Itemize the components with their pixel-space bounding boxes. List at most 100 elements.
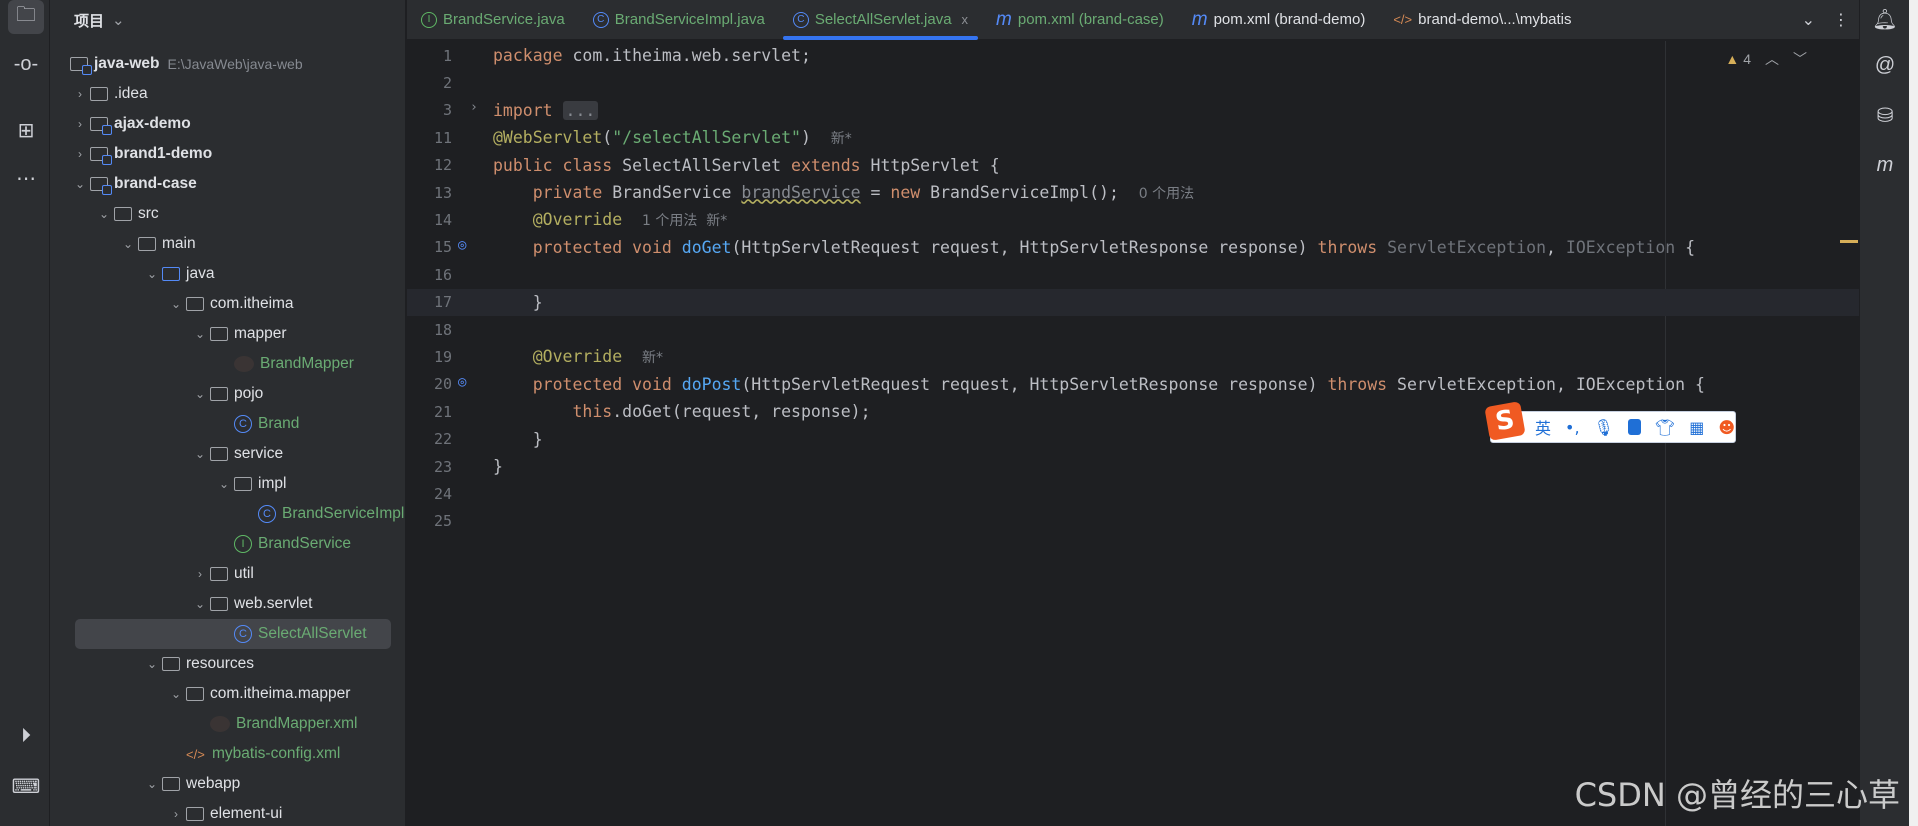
tab-pom-xml-brand-case-[interactable]: m pom.xml (brand-case)	[982, 0, 1178, 40]
project-folder-icon[interactable]: 🗀	[8, 0, 44, 34]
ai-assistant-swirl-icon[interactable]: @	[1872, 52, 1898, 78]
tab-pom-xml-brand-demo-[interactable]: m pom.xml (brand-demo)	[1178, 0, 1380, 40]
tree-item[interactable]: ⌄ com.itheima	[50, 289, 294, 319]
tree-item[interactable]: ⌄ src	[50, 199, 159, 229]
code-line[interactable]: 18	[407, 316, 1859, 343]
tabs-menu-icon[interactable]: ⋮	[1833, 10, 1849, 30]
code-line[interactable]: 16	[407, 261, 1859, 288]
tree-item[interactable]: C BrandServiceImpl	[50, 499, 404, 529]
tree-item[interactable]: BrandMapper.xml	[50, 709, 357, 739]
chevron-right-icon[interactable]: ›	[70, 147, 90, 161]
chevron-down-icon[interactable]: ⌄	[190, 327, 210, 341]
code-text: package com.itheima.web.servlet;	[493, 46, 811, 65]
chevron-down-icon[interactable]: ⌄	[214, 477, 234, 491]
maven-icon[interactable]: m	[1872, 152, 1898, 178]
code-token: @Override	[532, 346, 623, 366]
close-tab-icon[interactable]: x	[962, 12, 969, 27]
chevron-down-icon[interactable]: ⌄	[94, 207, 114, 221]
chevron-down-icon[interactable]: ⌄	[190, 387, 210, 401]
chevron-down-icon[interactable]: ⌄	[142, 267, 162, 281]
tree-item[interactable]: ⌄ com.itheima.mapper	[50, 679, 350, 709]
chevron-down-icon[interactable]: ⌄	[166, 687, 186, 701]
fold-chevron-icon[interactable]: ›	[470, 100, 478, 115]
tree-item[interactable]: › element-ui	[50, 799, 282, 826]
code-line[interactable]: 19 @Override 新*	[407, 343, 1859, 370]
tree-item[interactable]: BrandMapper	[50, 349, 354, 379]
tree-item[interactable]: › ajax-demo	[50, 109, 191, 139]
more-icon[interactable]: ⋯	[12, 164, 40, 192]
tree-item[interactable]: › util	[50, 559, 254, 589]
database-icon[interactable]: ⛁	[1872, 102, 1898, 128]
code-line[interactable]: 23}	[407, 453, 1859, 480]
tree-item[interactable]: java-web E:\JavaWeb\java-web	[50, 49, 303, 79]
code-line[interactable]: 15 ◎ protected void doGet(HttpServletRequ…	[407, 234, 1859, 261]
chevron-down-icon[interactable]: ⌄	[112, 11, 125, 29]
override-method-icon[interactable]: ◎	[458, 374, 466, 390]
tabs-dropdown-icon[interactable]: ⌄	[1802, 10, 1815, 30]
tree-item[interactable]: ⌄ brand-case	[50, 169, 197, 199]
tree-item[interactable]: ⌄ web.servlet	[50, 589, 312, 619]
microphone-icon[interactable]: 🎙︎	[1594, 418, 1614, 437]
ime-punctuation-toggle[interactable]: •,	[1565, 418, 1580, 437]
chevron-down-icon[interactable]: ⌄	[190, 447, 210, 461]
tree-item[interactable]: C Brand	[50, 409, 299, 439]
chevron-down-icon[interactable]: ⌄	[118, 237, 138, 251]
chevron-right-icon[interactable]: ›	[70, 117, 90, 131]
mascot-icon[interactable]: ☻	[1718, 418, 1735, 437]
chevron-right-icon[interactable]: ›	[70, 87, 90, 101]
chevron-right-icon[interactable]: ›	[190, 567, 210, 581]
project-panel-header[interactable]: 项目 ⌄	[50, 0, 405, 40]
tree-item[interactable]: ⌄ service	[50, 439, 283, 469]
toolbox-grid-icon[interactable]: ▦	[1689, 418, 1704, 437]
code-line[interactable]: 20 ◎ protected void doPost(HttpServletReq…	[407, 371, 1859, 398]
inspection-widget[interactable]: ▲ 4 ︿ ﹀	[1725, 49, 1807, 69]
tree-item[interactable]: ⌄ mapper	[50, 319, 287, 349]
tree-item[interactable]: ⌄ main	[50, 229, 196, 259]
warning-stripe-marker[interactable]	[1840, 240, 1858, 243]
override-method-icon[interactable]: ◎	[458, 237, 466, 253]
notifications-bell-icon[interactable]: 🔔︎	[1872, 6, 1898, 32]
tree-item[interactable]: </> mybatis-config.xml	[50, 739, 340, 769]
skin-shirt-icon[interactable]: 👕︎	[1655, 418, 1675, 437]
tree-item[interactable]: ⌄ java	[50, 259, 214, 289]
tree-item[interactable]: ⌄ pojo	[50, 379, 263, 409]
next-highlight-icon[interactable]: ﹀	[1793, 49, 1807, 69]
keyboard-icon[interactable]	[1627, 419, 1641, 435]
code-line[interactable]: 14 @Override 1 个用法 新*	[407, 206, 1859, 233]
code-line[interactable]: 2	[407, 69, 1859, 96]
commit-icon[interactable]: -o-	[12, 50, 40, 78]
code-line[interactable]: 25	[407, 508, 1859, 535]
tab-brandservice-java[interactable]: I BrandService.java	[407, 0, 579, 40]
code-line[interactable]: 11 @WebServlet("/selectAllServlet") 新*	[407, 124, 1859, 151]
code-line[interactable]: 3 › import ...	[407, 97, 1859, 124]
code-line[interactable]: 13 private BrandService brandService = n…	[407, 179, 1859, 206]
tree-item[interactable]: ⌄ impl	[50, 469, 286, 499]
sogou-logo-icon[interactable]: S	[1484, 401, 1526, 441]
chevron-down-icon[interactable]: ⌄	[70, 177, 90, 191]
tree-item[interactable]: I BrandService	[50, 529, 351, 559]
tree-item[interactable]: ⌄ webapp	[50, 769, 240, 799]
code-line[interactable]: 12 public class SelectAllServlet extends …	[407, 152, 1859, 179]
code-line[interactable]: 24	[407, 480, 1859, 507]
structure-icon[interactable]: ⊞	[12, 116, 40, 144]
chevron-down-icon[interactable]: ⌄	[142, 777, 162, 791]
tree-item[interactable]: › .idea	[50, 79, 148, 109]
run-icon[interactable]: ⏵	[12, 722, 40, 750]
tree-item[interactable]: C SelectAllServlet	[75, 619, 391, 649]
tab-selectallservlet-java[interactable]: C SelectAllServlet.java x	[779, 0, 982, 40]
tab-brand-demo-mybatis[interactable]: </> brand-demo\...\mybatis	[1379, 0, 1585, 40]
code-text: protected void doGet(HttpServletRequest …	[493, 238, 1695, 257]
code-line[interactable]: 17 }	[407, 288, 1859, 316]
prev-highlight-icon[interactable]: ︿	[1765, 49, 1779, 69]
chevron-down-icon[interactable]: ⌄	[166, 297, 186, 311]
ime-mode-toggle[interactable]: 英	[1535, 415, 1551, 439]
chevron-down-icon[interactable]: ⌄	[190, 597, 210, 611]
chevron-down-icon[interactable]: ⌄	[142, 657, 162, 671]
code-line[interactable]: 1 package com.itheima.web.servlet;	[407, 42, 1859, 69]
tab-brandserviceimpl-java[interactable]: C BrandServiceImpl.java	[579, 0, 779, 40]
terminal-icon[interactable]: ⌨	[12, 772, 41, 800]
tree-item[interactable]: ⌄ resources	[50, 649, 254, 679]
chevron-right-icon[interactable]: ›	[166, 807, 186, 821]
line-number: 25	[433, 512, 452, 531]
tree-item[interactable]: › brand1-demo	[50, 139, 212, 169]
